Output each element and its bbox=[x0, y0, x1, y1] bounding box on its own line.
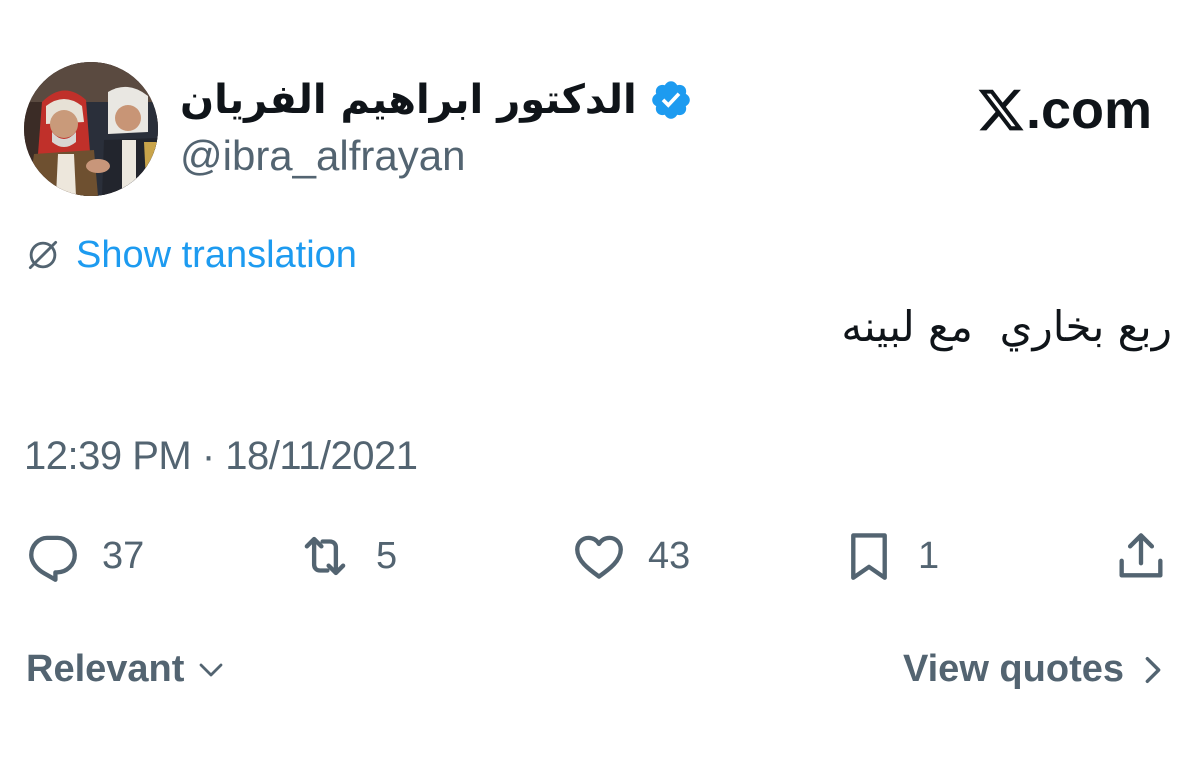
heart-icon bbox=[575, 535, 623, 579]
verified-badge-icon bbox=[651, 81, 690, 119]
reply-button[interactable]: 37 bbox=[24, 526, 144, 586]
repost-button[interactable]: 5 bbox=[294, 526, 397, 586]
bookmark-count: 1 bbox=[918, 534, 940, 577]
globe-slash-icon bbox=[28, 240, 58, 270]
like-count: 43 bbox=[648, 534, 691, 577]
bookmark-icon bbox=[851, 533, 887, 580]
author-name-row[interactable]: الدكتور ابراهيم الفريان bbox=[180, 72, 693, 128]
reply-count: 37 bbox=[102, 534, 145, 577]
bookmark-button[interactable]: 1 bbox=[840, 526, 939, 586]
sort-dropdown[interactable]: Relevant bbox=[26, 648, 226, 691]
repost-count: 5 bbox=[376, 534, 398, 577]
chevron-down-icon bbox=[200, 663, 223, 676]
reply-icon bbox=[29, 535, 77, 582]
x-logo-icon bbox=[978, 89, 1024, 131]
view-quotes-link[interactable]: View quotes bbox=[903, 648, 1166, 691]
share-icon bbox=[1119, 533, 1163, 578]
show-translation-row[interactable]: Show translation bbox=[24, 232, 357, 278]
tweet-text: ربع بخاري مع لبينه bbox=[841, 302, 1172, 351]
sort-label: Relevant bbox=[26, 648, 185, 690]
profile-photo bbox=[24, 62, 158, 196]
repost-icon bbox=[304, 536, 346, 576]
author-handle[interactable]: @ibra_alfrayan bbox=[180, 132, 465, 180]
avatar[interactable] bbox=[24, 62, 158, 196]
share-button[interactable] bbox=[1112, 526, 1170, 586]
x-com-domain-text: .com bbox=[1025, 80, 1152, 140]
view-quotes-label: View quotes bbox=[902, 648, 1124, 690]
like-button[interactable]: 43 bbox=[570, 526, 690, 586]
tweet-timestamp[interactable]: 12:39 PM · 18/11/2021 bbox=[24, 434, 418, 479]
x-com-logo: .com bbox=[976, 80, 1152, 140]
chevron-right-icon bbox=[1145, 656, 1161, 683]
show-translation-link[interactable]: Show translation bbox=[76, 234, 357, 277]
author-display-name[interactable]: الدكتور ابراهيم الفريان bbox=[180, 77, 637, 123]
